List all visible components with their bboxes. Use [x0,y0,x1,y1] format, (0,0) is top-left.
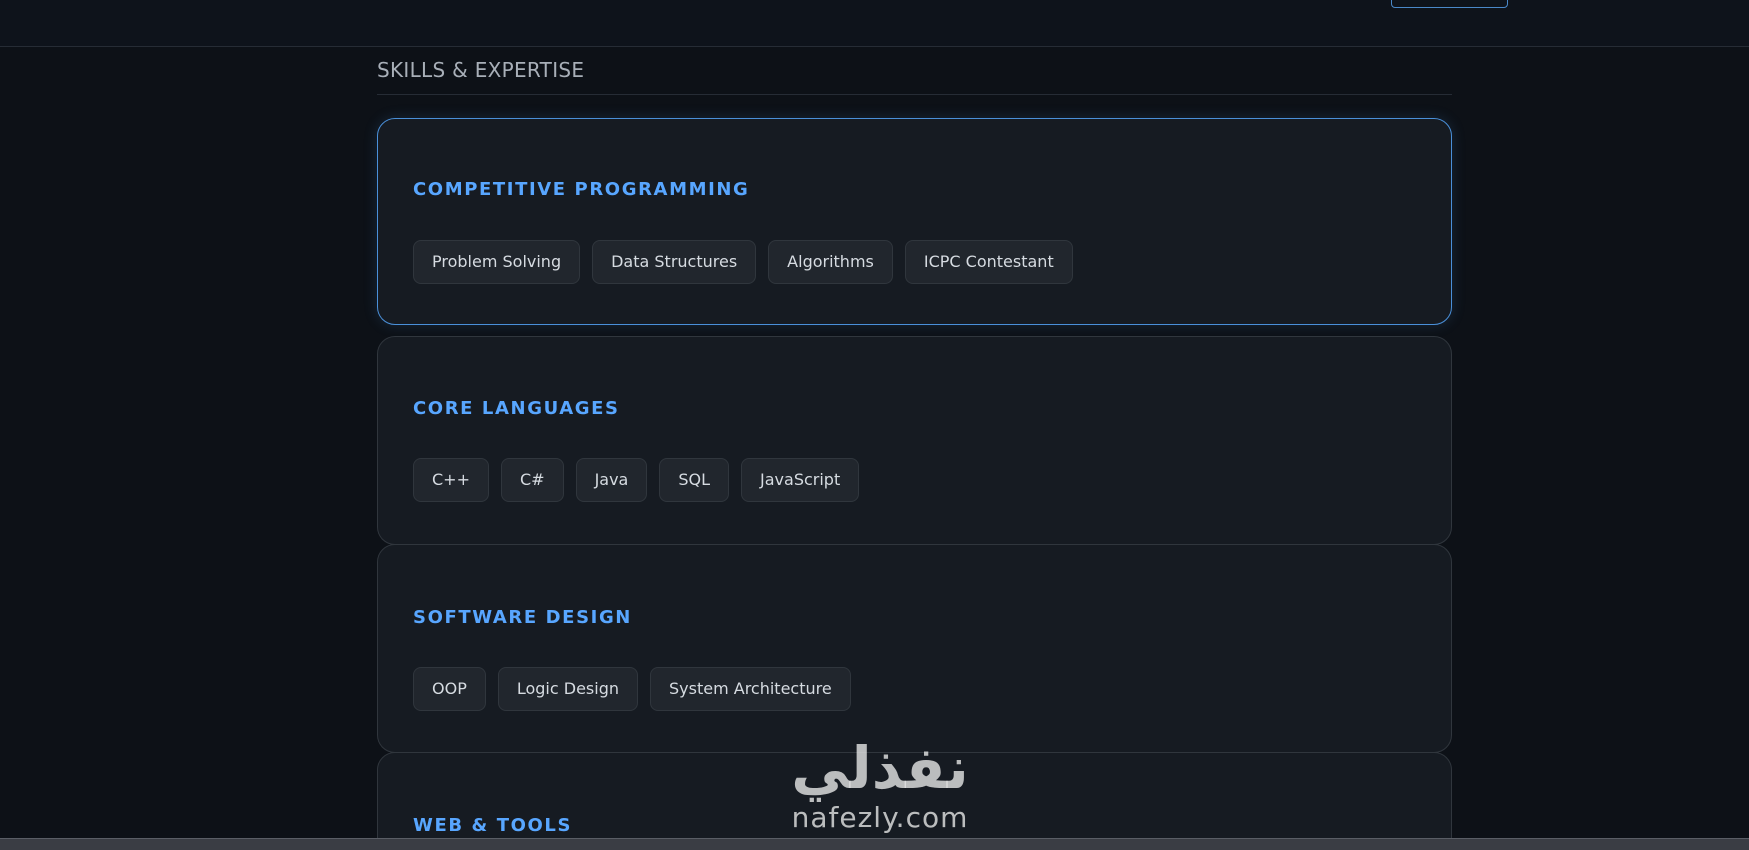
skills-section: SKILLS & EXPERTISE COMPETITIVE PROGRAMMI… [377,46,1452,850]
top-navigation-bar [0,0,1749,47]
skill-tag: C++ [413,458,489,502]
bottom-browser-strip [0,838,1749,850]
skill-tag: Data Structures [592,240,757,284]
skills-page: SKILLS & EXPERTISE COMPETITIVE PROGRAMMI… [0,0,1749,850]
skill-card-competitive-programming[interactable]: COMPETITIVE PROGRAMMING Problem Solving … [377,118,1452,325]
skill-tag: OOP [413,667,486,711]
tag-list: Problem Solving Data Structures Algorith… [413,240,1073,284]
section-title: SKILLS & EXPERTISE [377,46,1452,95]
skill-tag: C# [500,458,564,502]
skill-tag: SQL [659,458,730,502]
watermark-domain-text: nafezly.com [791,801,969,834]
tag-list: C++ C# Java SQL JavaScript [413,458,860,502]
nafezly-watermark: نفذلي nafezly.com [760,735,1000,847]
card-title: CORE LANGUAGES [413,398,620,419]
tag-list: OOP Logic Design System Architecture [413,667,851,711]
watermark-arabic-text: نفذلي [791,734,969,802]
card-title: WEB & TOOLS [413,815,573,836]
skill-card-software-design[interactable]: SOFTWARE DESIGN OOP Logic Design System … [377,544,1452,753]
skill-tag: Algorithms [768,240,893,284]
card-title: SOFTWARE DESIGN [413,607,632,628]
skill-tag: Logic Design [497,667,638,711]
skill-tag: ICPC Contestant [904,240,1073,284]
skill-tag: System Architecture [650,667,851,711]
navigation-button[interactable] [1391,0,1508,8]
skill-tag: JavaScript [741,458,860,502]
skill-tag: Java [575,458,648,502]
skill-tag: Problem Solving [413,240,581,284]
card-title: COMPETITIVE PROGRAMMING [413,179,750,200]
skill-card-core-languages[interactable]: CORE LANGUAGES C++ C# Java SQL JavaScrip… [377,336,1452,545]
